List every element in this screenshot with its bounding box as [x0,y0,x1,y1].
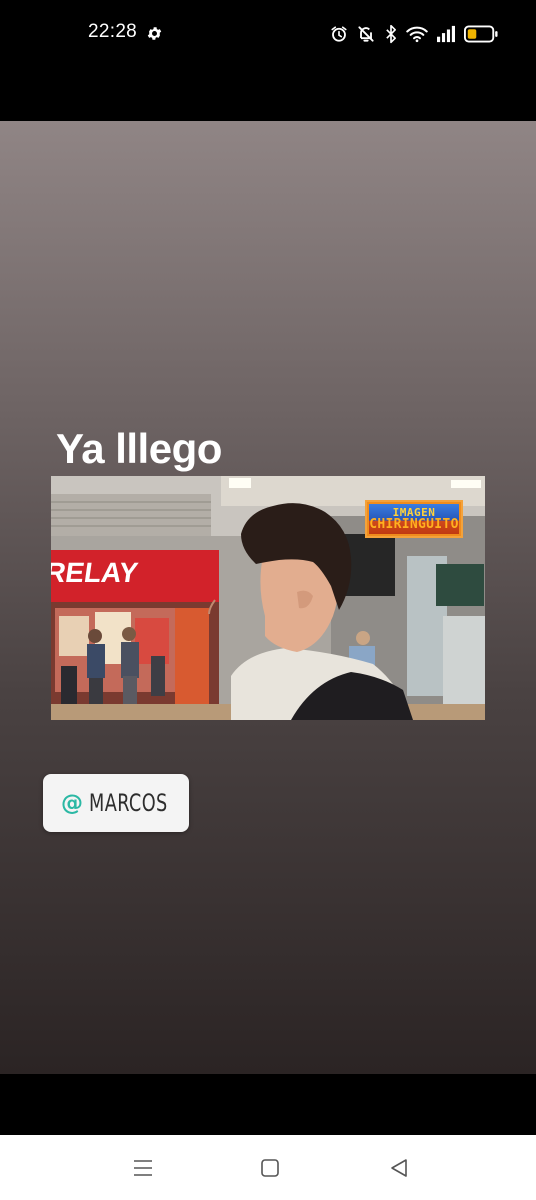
video-thumbnail[interactable]: RELAY IMAGEN CHIRINGUITO [51,476,485,720]
relay-sign: RELAY [51,557,140,588]
bluetooth-icon [386,24,396,44]
back-icon [391,1159,407,1177]
mention-sticker[interactable]: @ MARCOS [43,774,189,832]
chiringuito-watermark: IMAGEN CHIRINGUITO [365,500,463,538]
mention-at-icon: @ [61,790,83,816]
story-caption: Ya lllego [56,425,222,472]
story-canvas[interactable]: Ya lllego RELAY IMAGEN CHIRINGUITO @ MAR… [0,121,536,1074]
menu-button[interactable] [130,1155,156,1181]
alarm-icon [331,26,347,42]
mute-icon [358,26,374,42]
menu-icon [134,1160,152,1176]
status-time: 22:28 [88,21,138,42]
status-bar: 22:28 [0,0,536,68]
mention-username: MARCOS [89,789,168,817]
battery-icon [464,25,498,43]
wifi-icon [406,26,428,43]
phone-screen: 22:28 Ya lllego RELAY IMAGEN CHIRINGUITO… [0,0,536,1200]
home-button[interactable] [257,1155,283,1181]
home-icon [261,1159,279,1177]
watermark-bottom-text: CHIRINGUITO [369,517,459,532]
gear-icon [147,27,162,40]
signal-icon [437,25,455,43]
status-icons [330,22,498,46]
navigation-bar [0,1135,536,1200]
back-button[interactable] [386,1155,412,1181]
